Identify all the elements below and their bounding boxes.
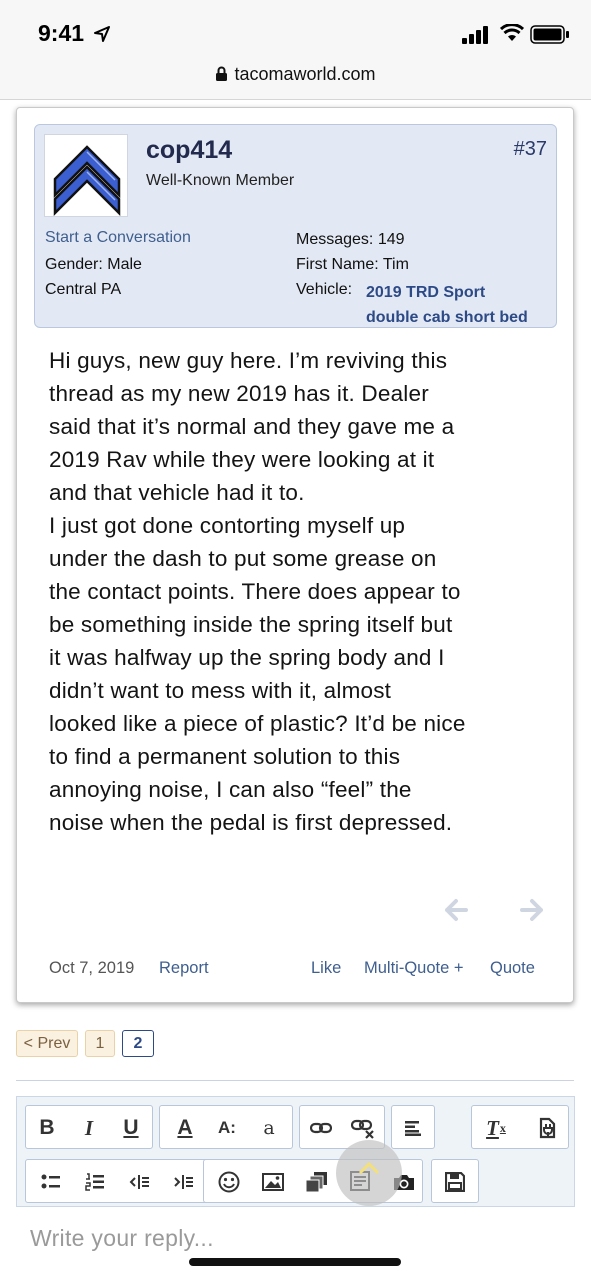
- status-time: 9:41: [38, 20, 85, 46]
- report-link[interactable]: Report: [159, 959, 209, 978]
- post-body-line: under the dash to put some grease on: [49, 546, 437, 571]
- post-body-line: and that vehicle had it to.: [49, 480, 305, 505]
- toolbar-group-misc: Tx: [471, 1105, 569, 1149]
- status-bar: 9:41: [0, 0, 591, 58]
- divider: [16, 1080, 574, 1081]
- location-arrow-icon: [94, 26, 110, 42]
- sergeant-chevron-icon: [53, 145, 121, 217]
- post-body-line: to find a permanent solution to this: [49, 744, 401, 769]
- user-first-name: First Name: Tim: [296, 256, 409, 273]
- user-info-box: cop414 Well-Known Member #37 Start a Con…: [34, 124, 557, 328]
- multi-quote-link[interactable]: Multi-Quote +: [364, 959, 464, 978]
- font-family-button[interactable]: a: [248, 1106, 290, 1150]
- vehicle-line-2: double cab short bed: [366, 309, 528, 326]
- underline-label: U: [123, 1116, 139, 1139]
- url-display[interactable]: tacomaworld.com: [0, 64, 591, 85]
- save-icon: [445, 1172, 465, 1192]
- post-body-line: noise when the pedal is first depressed.: [49, 810, 453, 835]
- remove-formatting-button[interactable]: Tx: [474, 1106, 518, 1150]
- cellular-signal-icon: [462, 26, 488, 44]
- post-body: Hi guys, new guy here. I’m reviving this…: [49, 344, 549, 839]
- post-body-line: said that it’s normal and they gave me a: [49, 414, 455, 439]
- underline-button[interactable]: U: [110, 1106, 152, 1150]
- numbered-list-button[interactable]: [74, 1160, 116, 1204]
- bullet-list-button[interactable]: [30, 1160, 72, 1204]
- post-body-line: be something inside the spring itself bu…: [49, 612, 453, 637]
- post-body-line: 2019 Rav while they were looking at it: [49, 447, 435, 472]
- indent-icon: [174, 1175, 193, 1189]
- user-message-count: Messages: 149: [296, 231, 405, 248]
- font-size-button[interactable]: A:: [206, 1106, 248, 1150]
- indent-button[interactable]: [162, 1160, 204, 1204]
- align-left-icon: [405, 1121, 421, 1136]
- save-draft-button[interactable]: [434, 1160, 476, 1204]
- post-number[interactable]: #37: [514, 138, 547, 161]
- smilie-button[interactable]: [208, 1160, 250, 1204]
- user-title: Well-Known Member: [146, 172, 295, 189]
- post-body-line: I just got done contorting myself up: [49, 513, 406, 538]
- url-text: tacomaworld.com: [234, 64, 376, 84]
- insert-image-button[interactable]: [252, 1160, 294, 1204]
- lock-icon: [216, 66, 228, 81]
- remove-formatting-label: T: [486, 1115, 499, 1140]
- floating-scroll-up-button[interactable]: [336, 1140, 402, 1206]
- italic-button[interactable]: I: [68, 1106, 110, 1150]
- start-conversation-link[interactable]: Start a Conversation: [45, 229, 191, 247]
- forum-post: cop414 Well-Known Member #37 Start a Con…: [16, 107, 574, 1003]
- font-family-label: a: [263, 1117, 275, 1139]
- vehicle-line-1: 2019 TRD Sport: [366, 284, 486, 301]
- user-gender: Gender: Male: [45, 256, 142, 273]
- post-body-line: annoying noise, I can also “feel” the: [49, 777, 412, 802]
- outdent-button[interactable]: [118, 1160, 160, 1204]
- arrow-left-icon[interactable]: [444, 898, 468, 922]
- post-body-line: didn’t want to mess with it, almost: [49, 678, 392, 703]
- toolbar-group-drafts: [431, 1159, 479, 1203]
- post-body-line: the contact points. There does appear to: [49, 579, 461, 604]
- post-body-line: thread as my new 2019 has it. Dealer: [49, 381, 429, 406]
- wifi-icon: [500, 24, 524, 41]
- font-color-button[interactable]: A: [164, 1106, 206, 1150]
- vehicle-label: Vehicle:: [296, 281, 353, 298]
- page-2-button[interactable]: 2: [122, 1030, 154, 1057]
- home-indicator[interactable]: [189, 1258, 401, 1266]
- like-link[interactable]: Like: [311, 959, 341, 978]
- prev-page-button[interactable]: < Prev: [16, 1030, 78, 1057]
- quote-link[interactable]: Quote: [490, 959, 535, 978]
- numbered-list-icon: [85, 1173, 104, 1191]
- unlink-icon: [351, 1119, 374, 1139]
- post-body-line: Hi guys, new guy here. I’m reviving this: [49, 348, 448, 373]
- smiley-icon: [218, 1171, 240, 1193]
- toolbar-group-lists: [25, 1159, 209, 1203]
- reply-input[interactable]: Write your reply...: [16, 1206, 575, 1280]
- post-body-line: it was halfway up the spring body and I: [49, 645, 445, 670]
- outdent-icon: [129, 1175, 149, 1189]
- font-size-label: A:: [218, 1118, 236, 1137]
- arrow-right-icon[interactable]: [520, 898, 544, 922]
- post-date[interactable]: Oct 7, 2019: [49, 959, 134, 978]
- reply-placeholder: Write your reply...: [30, 1225, 214, 1251]
- username[interactable]: cop414: [146, 136, 232, 165]
- vehicle-value: 2019 TRD Sport double cab short bed: [366, 280, 528, 330]
- plug-icon: [539, 1117, 556, 1139]
- user-location: Central PA: [45, 281, 122, 298]
- image-icon: [262, 1173, 284, 1191]
- page-1-button[interactable]: 1: [85, 1030, 115, 1057]
- avatar[interactable]: [44, 134, 128, 217]
- bold-button[interactable]: B: [26, 1106, 68, 1150]
- bold-label: B: [39, 1116, 55, 1139]
- toolbar-group-font: A A: a: [159, 1105, 293, 1149]
- italic-label: I: [84, 1115, 94, 1140]
- bullet-list-icon: [41, 1174, 60, 1189]
- chevron-up-icon: [358, 1161, 380, 1175]
- battery-icon: [530, 25, 569, 44]
- media-icon: [305, 1172, 327, 1193]
- address-bar[interactable]: tacomaworld.com: [0, 58, 591, 100]
- post-body-line: looked like a piece of plastic? It’d be …: [49, 711, 466, 736]
- insert-media-button[interactable]: [296, 1160, 338, 1204]
- toggle-bbcode-button[interactable]: [526, 1106, 568, 1150]
- font-color-label: A: [177, 1116, 193, 1139]
- toolbar-group-text-style: B I U: [25, 1105, 153, 1149]
- link-icon: [310, 1122, 332, 1134]
